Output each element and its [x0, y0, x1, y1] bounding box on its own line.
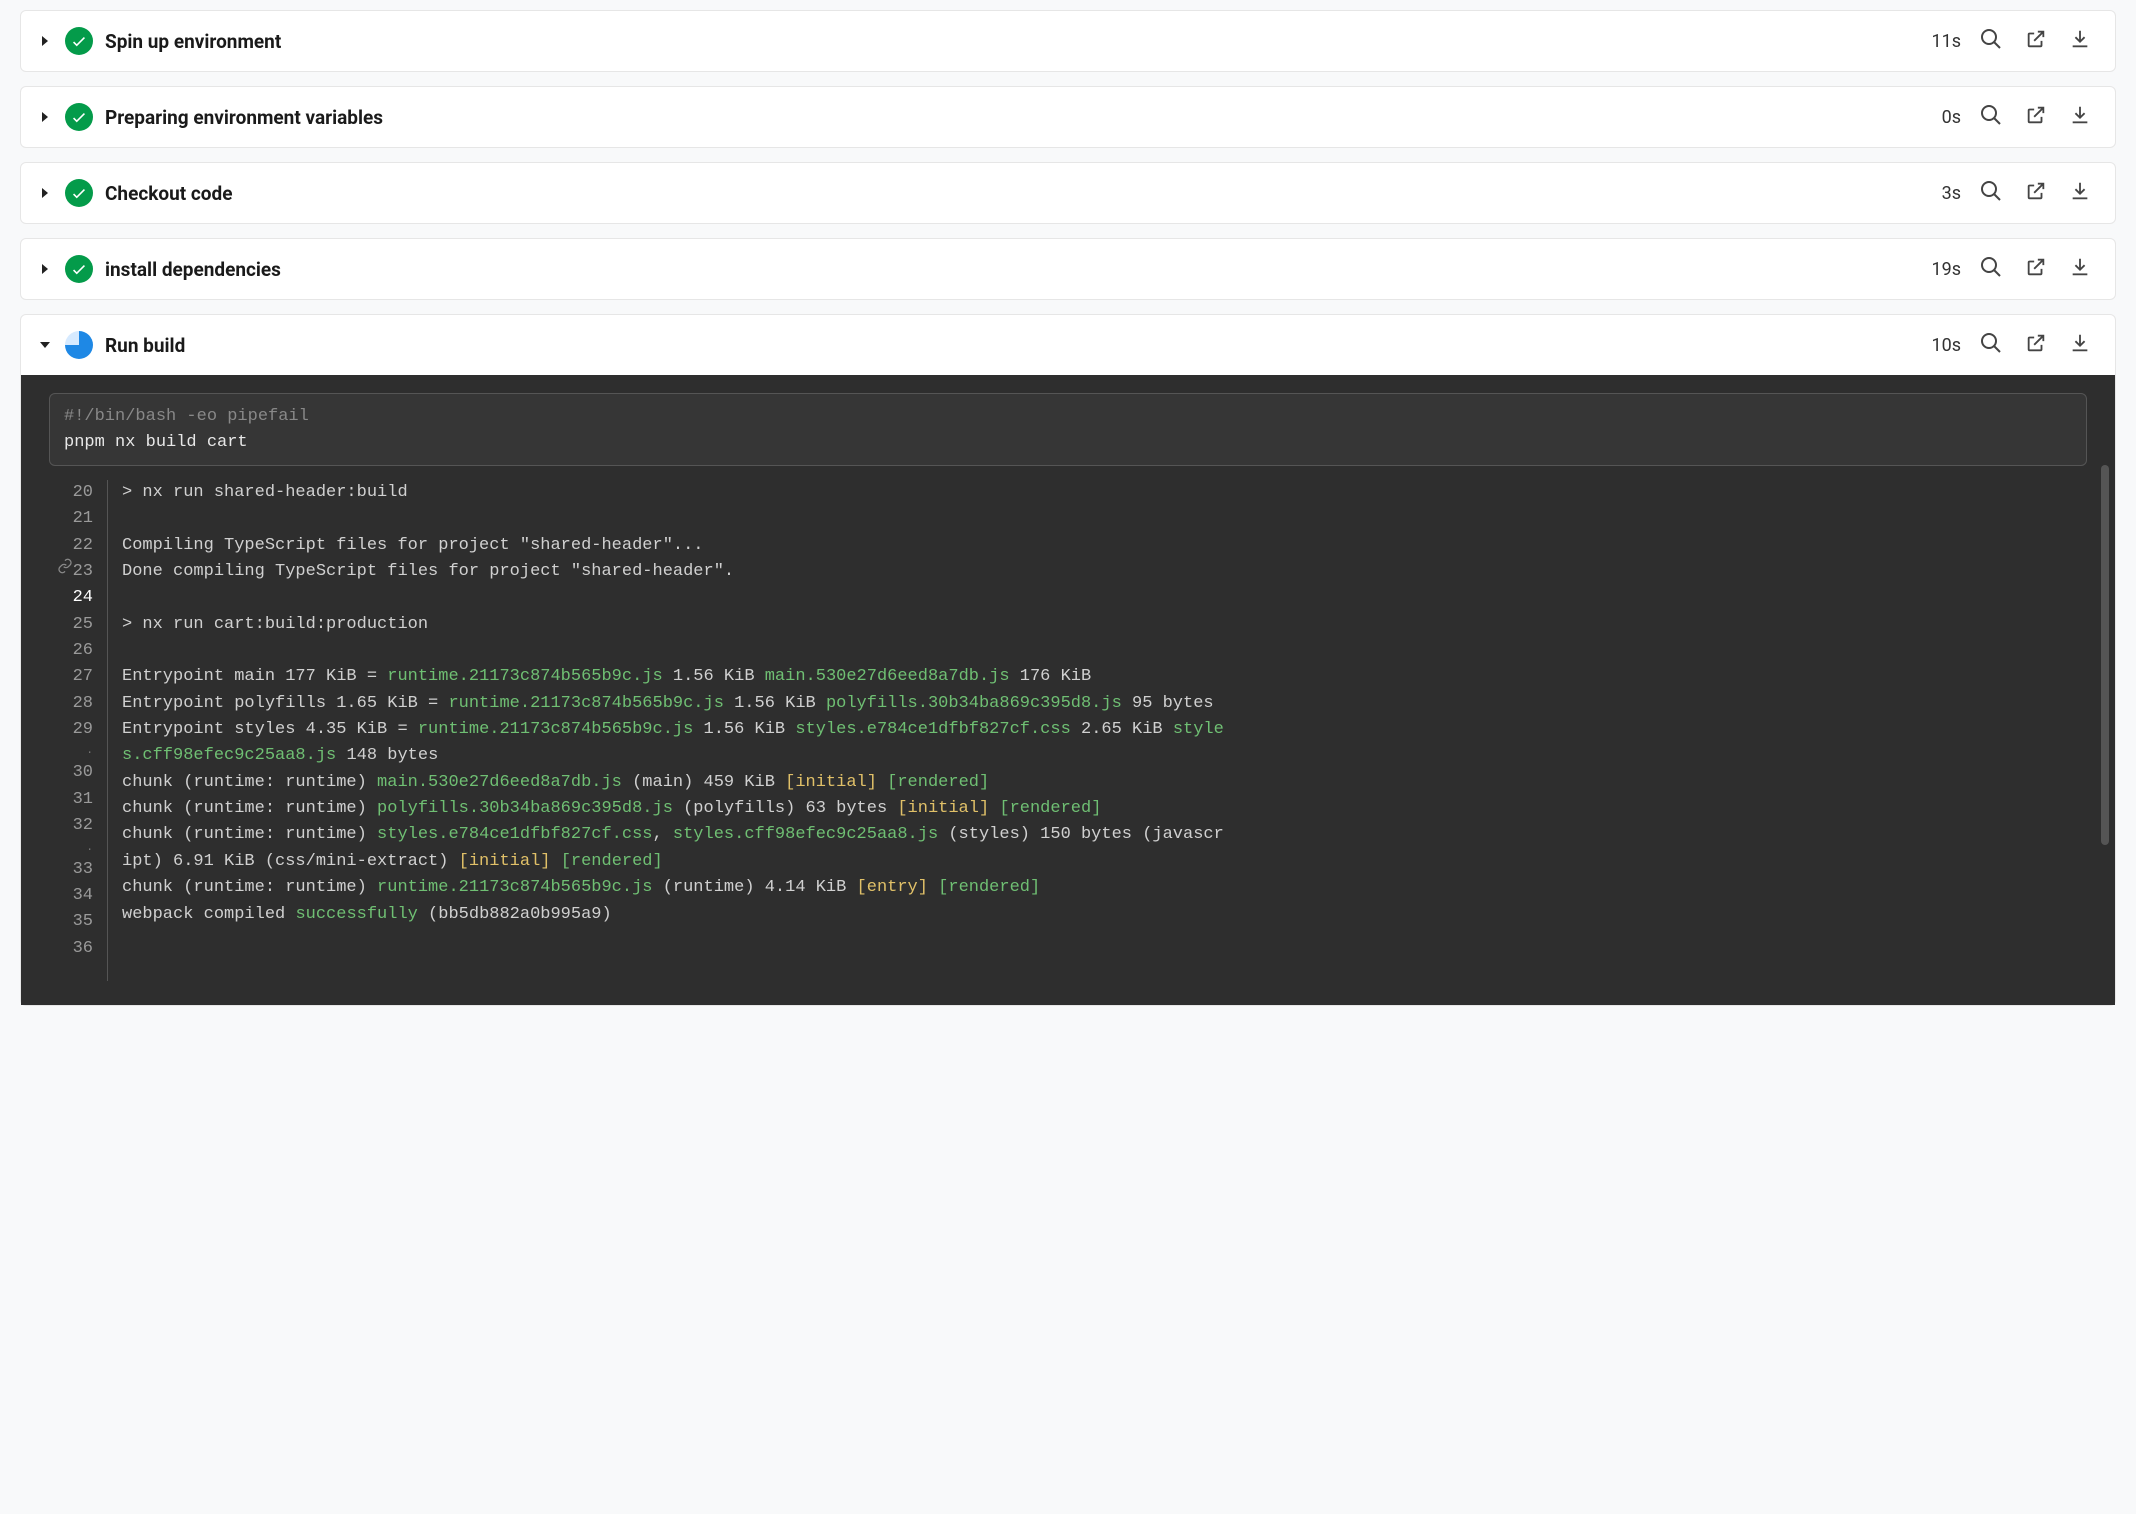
step-duration: 19s	[1931, 259, 1961, 280]
line-number[interactable]: 25	[49, 612, 93, 638]
line-number-gutter: 20212223242526272829.303132.33343536	[49, 480, 107, 981]
step-duration: 0s	[1942, 107, 1961, 128]
step-title: Run build	[105, 334, 1931, 357]
line-number[interactable]: 29	[49, 717, 93, 743]
step-title: install dependencies	[105, 258, 1931, 281]
success-check-icon	[65, 103, 93, 131]
scrollbar[interactable]	[2101, 465, 2109, 845]
log-line: Entrypoint polyfills 1.65 KiB = runtime.…	[122, 691, 2067, 717]
build-step: Spin up environment11s	[20, 10, 2116, 72]
line-number[interactable]: 32	[49, 813, 93, 839]
download-logs-button[interactable]	[2069, 28, 2091, 55]
gutter-divider	[107, 480, 108, 981]
line-number[interactable]: 34	[49, 883, 93, 909]
step-actions	[1979, 255, 2091, 284]
terminal-output: #!/bin/bash -eo pipefailpnpm nx build ca…	[21, 375, 2115, 1005]
line-number[interactable]: 31	[49, 787, 93, 813]
line-number[interactable]: 36	[49, 936, 93, 962]
step-duration: 11s	[1931, 31, 1961, 52]
step-header[interactable]: Spin up environment11s	[21, 11, 2115, 71]
log-line	[122, 954, 2067, 980]
step-title: Spin up environment	[105, 30, 1931, 53]
search-logs-button[interactable]	[1979, 331, 2003, 360]
log-line: Done compiling TypeScript files for proj…	[122, 559, 2067, 585]
download-logs-button[interactable]	[2069, 180, 2091, 207]
line-number[interactable]: 27	[49, 664, 93, 690]
build-step: Run build10s #!/bin/bash -eo pipefailpnpm…	[20, 314, 2116, 1006]
search-logs-button[interactable]	[1979, 179, 2003, 208]
caret-right-icon[interactable]	[33, 257, 57, 281]
step-header[interactable]: install dependencies19s	[21, 239, 2115, 299]
log-line: > nx run shared-header:build	[122, 480, 2067, 506]
shebang-line: #!/bin/bash -eo pipefail	[64, 404, 2072, 430]
build-step: Preparing environment variables0s	[20, 86, 2116, 148]
line-number[interactable]: 35	[49, 909, 93, 935]
download-logs-button[interactable]	[2069, 332, 2091, 359]
line-number[interactable]: 22	[49, 533, 93, 559]
step-duration: 3s	[1942, 183, 1961, 204]
log-line: s.cff98efec9c25aa8.js 148 bytes	[122, 743, 2067, 769]
caret-right-icon[interactable]	[33, 105, 57, 129]
step-actions	[1979, 27, 2091, 56]
step-duration: 10s	[1931, 335, 1961, 356]
command-line: pnpm nx build cart	[64, 430, 2072, 456]
step-actions	[1979, 103, 2091, 132]
running-spinner-icon	[65, 331, 93, 359]
step-title: Preparing environment variables	[105, 106, 1942, 129]
log-line: webpack compiled successfully (bb5db882a…	[122, 902, 2067, 928]
build-step: install dependencies19s	[20, 238, 2116, 300]
log-line	[122, 638, 2067, 664]
step-header[interactable]: Checkout code3s	[21, 163, 2115, 223]
open-external-button[interactable]	[2025, 256, 2047, 283]
search-logs-button[interactable]	[1979, 255, 2003, 284]
log-line: > nx run cart:build:production	[122, 612, 2067, 638]
step-header[interactable]: Run build10s	[21, 315, 2115, 375]
line-number[interactable]: 24	[49, 585, 93, 611]
log-line: chunk (runtime: runtime) styles.e784ce1d…	[122, 822, 2067, 848]
caret-right-icon[interactable]	[33, 29, 57, 53]
log-line: chunk (runtime: runtime) polyfills.30b34…	[122, 796, 2067, 822]
step-actions	[1979, 179, 2091, 208]
log-line	[122, 585, 2067, 611]
caret-down-icon[interactable]	[33, 333, 57, 357]
success-check-icon	[65, 179, 93, 207]
caret-right-icon[interactable]	[33, 181, 57, 205]
open-external-button[interactable]	[2025, 332, 2047, 359]
permalink-icon[interactable]	[57, 558, 73, 580]
log-line: Entrypoint main 177 KiB = runtime.21173c…	[122, 664, 2067, 690]
log-line: Entrypoint styles 4.35 KiB = runtime.211…	[122, 717, 2067, 743]
step-actions	[1979, 331, 2091, 360]
search-logs-button[interactable]	[1979, 103, 2003, 132]
line-number[interactable]: 33	[49, 857, 93, 883]
build-steps-list: Spin up environment11s Preparing environm…	[20, 10, 2116, 1006]
line-number[interactable]: 28	[49, 691, 93, 717]
success-check-icon	[65, 27, 93, 55]
line-number[interactable]: .	[49, 743, 93, 760]
open-external-button[interactable]	[2025, 28, 2047, 55]
step-title: Checkout code	[105, 182, 1942, 205]
search-logs-button[interactable]	[1979, 27, 2003, 56]
log-line	[122, 928, 2067, 954]
download-logs-button[interactable]	[2069, 104, 2091, 131]
log-lines: > nx run shared-header:build Compiling T…	[122, 480, 2087, 981]
line-number[interactable]: .	[49, 840, 93, 857]
command-box: #!/bin/bash -eo pipefailpnpm nx build ca…	[49, 393, 2087, 466]
line-number[interactable]: 20	[49, 480, 93, 506]
line-number[interactable]: 30	[49, 760, 93, 786]
step-header[interactable]: Preparing environment variables0s	[21, 87, 2115, 147]
build-step: Checkout code3s	[20, 162, 2116, 224]
success-check-icon	[65, 255, 93, 283]
line-number[interactable]: 26	[49, 638, 93, 664]
line-number[interactable]: 21	[49, 506, 93, 532]
log-line: chunk (runtime: runtime) main.530e27d6ee…	[122, 770, 2067, 796]
download-logs-button[interactable]	[2069, 256, 2091, 283]
log-line	[122, 506, 2067, 532]
log-line: Compiling TypeScript files for project "…	[122, 533, 2067, 559]
open-external-button[interactable]	[2025, 104, 2047, 131]
log-line: chunk (runtime: runtime) runtime.21173c8…	[122, 875, 2067, 901]
log-line: ipt) 6.91 KiB (css/mini-extract) [initia…	[122, 849, 2067, 875]
open-external-button[interactable]	[2025, 180, 2047, 207]
